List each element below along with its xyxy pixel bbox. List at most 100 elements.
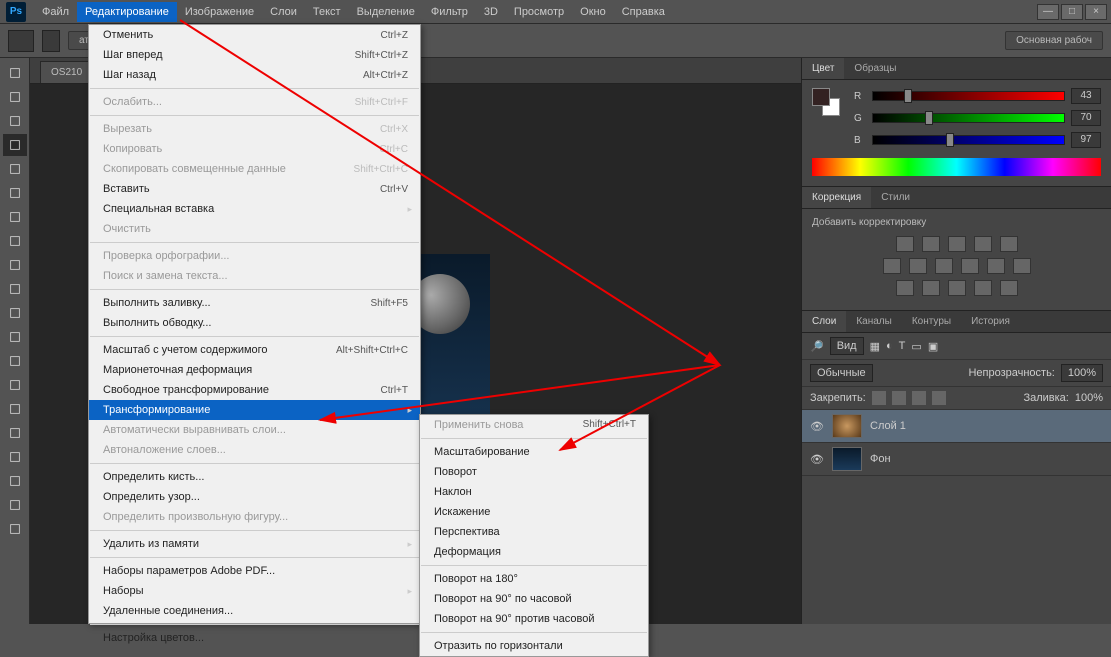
adj-threshold-icon[interactable]: [948, 280, 966, 296]
submenu-item[interactable]: Поворот на 90° по часовой: [420, 589, 648, 609]
menu-item[interactable]: Шаг назадAlt+Ctrl+Z: [89, 65, 420, 85]
layer-name[interactable]: Слой 1: [870, 420, 906, 432]
layer-thumbnail[interactable]: [832, 447, 862, 471]
tab-correction[interactable]: Коррекция: [802, 187, 871, 208]
pen-tool[interactable]: [3, 398, 27, 420]
menu-item[interactable]: Выполнить обводку...: [89, 313, 420, 333]
tool-option-swatch[interactable]: [42, 30, 60, 52]
filter-icon[interactable]: 🔎: [810, 340, 824, 353]
slider-r[interactable]: [872, 91, 1065, 101]
adj-selective-color-icon[interactable]: [1000, 280, 1018, 296]
adj-balance-icon[interactable]: [909, 258, 927, 274]
gradient-tool[interactable]: [3, 326, 27, 348]
tab-channels[interactable]: Каналы: [846, 311, 902, 332]
rectangle-tool[interactable]: [3, 470, 27, 492]
menu-item[interactable]: Удаленные соединения...: [89, 601, 420, 621]
menu-редактирование[interactable]: Редактирование: [77, 2, 177, 22]
tool-preset-swatch[interactable]: [8, 30, 34, 52]
submenu-item[interactable]: Деформация: [420, 542, 648, 562]
lasso-tool[interactable]: [3, 110, 27, 132]
document-tab[interactable]: OS210: [40, 61, 93, 83]
submenu-item[interactable]: Перспектива: [420, 522, 648, 542]
layer-name[interactable]: Фон: [870, 453, 891, 465]
tab-styles[interactable]: Стили: [871, 187, 920, 208]
menu-слои[interactable]: Слои: [262, 2, 305, 22]
adj-curves-icon[interactable]: [948, 236, 966, 252]
submenu-item[interactable]: Поворот: [420, 462, 648, 482]
adj-bw-icon[interactable]: [935, 258, 953, 274]
menu-item[interactable]: Свободное трансформированиеCtrl+T: [89, 380, 420, 400]
menu-фильтр[interactable]: Фильтр: [423, 2, 476, 22]
hand-tool[interactable]: [3, 494, 27, 516]
color-swatch-pair[interactable]: [812, 88, 840, 116]
adj-vibrance-icon[interactable]: [1000, 236, 1018, 252]
adj-hue-icon[interactable]: [883, 258, 901, 274]
menu-3d[interactable]: 3D: [476, 2, 506, 22]
dodge-tool[interactable]: [3, 374, 27, 396]
maximize-button[interactable]: □: [1061, 4, 1083, 20]
menu-item[interactable]: Масштаб с учетом содержимогоAlt+Shift+Ct…: [89, 340, 420, 360]
type-tool[interactable]: [3, 422, 27, 444]
marquee-tool[interactable]: [3, 86, 27, 108]
color-spectrum[interactable]: [812, 158, 1101, 176]
blend-mode-select[interactable]: Обычные: [810, 364, 873, 382]
submenu-item[interactable]: Наклон: [420, 482, 648, 502]
menu-item[interactable]: Марионеточная деформация: [89, 360, 420, 380]
layer-thumbnail[interactable]: [832, 414, 862, 438]
menu-item[interactable]: Наборы параметров Adobe PDF...: [89, 561, 420, 581]
filter-shape-icon[interactable]: ▭: [911, 340, 921, 353]
menu-окно[interactable]: Окно: [572, 2, 614, 22]
lock-position-icon[interactable]: [892, 391, 906, 405]
adj-exposure-icon[interactable]: [974, 236, 992, 252]
menu-текст[interactable]: Текст: [305, 2, 349, 22]
menu-item[interactable]: Определить кисть...: [89, 467, 420, 487]
menu-справка[interactable]: Справка: [614, 2, 673, 22]
tab-color[interactable]: Цвет: [802, 58, 844, 79]
eyedropper-tool[interactable]: [3, 182, 27, 204]
lock-all-icon[interactable]: [912, 391, 926, 405]
spot-heal-tool[interactable]: [3, 206, 27, 228]
menu-изображение[interactable]: Изображение: [177, 2, 262, 22]
adj-invert-icon[interactable]: [896, 280, 914, 296]
adj-levels-icon[interactable]: [922, 236, 940, 252]
layer-row[interactable]: 👁 Слой 1: [802, 410, 1111, 443]
value-b[interactable]: 97: [1071, 132, 1101, 148]
tab-paths[interactable]: Контуры: [902, 311, 961, 332]
visibility-eye-icon[interactable]: 👁: [810, 420, 824, 433]
brush-tool[interactable]: [3, 230, 27, 252]
menu-просмотр[interactable]: Просмотр: [506, 2, 572, 22]
value-g[interactable]: 70: [1071, 110, 1101, 126]
magic-wand-tool[interactable]: [3, 134, 27, 156]
menu-item[interactable]: ОтменитьCtrl+Z: [89, 25, 420, 45]
move-tool[interactable]: [3, 62, 27, 84]
layer-row[interactable]: 👁Фон: [802, 443, 1111, 476]
tab-layers[interactable]: Слои: [802, 311, 846, 332]
clone-tool[interactable]: [3, 254, 27, 276]
menu-item[interactable]: Наборы▸: [89, 581, 420, 601]
filter-type-icon[interactable]: T: [899, 340, 906, 352]
menu-item[interactable]: Специальная вставка▸: [89, 199, 420, 219]
close-button[interactable]: ×: [1085, 4, 1107, 20]
adj-posterize-icon[interactable]: [922, 280, 940, 296]
adj-lookup-icon[interactable]: [1013, 258, 1031, 274]
menu-файл[interactable]: Файл: [34, 2, 77, 22]
submenu-item[interactable]: Искажение: [420, 502, 648, 522]
fill-value[interactable]: 100%: [1075, 392, 1103, 404]
menu-item[interactable]: Настройка цветов...: [89, 628, 420, 648]
path-select-tool[interactable]: [3, 446, 27, 468]
opacity-value[interactable]: 100%: [1061, 364, 1103, 382]
adj-photo-filter-icon[interactable]: [961, 258, 979, 274]
tab-swatches[interactable]: Образцы: [844, 58, 906, 79]
history-brush-tool[interactable]: [3, 278, 27, 300]
menu-item[interactable]: Шаг впередShift+Ctrl+Z: [89, 45, 420, 65]
adj-channel-mixer-icon[interactable]: [987, 258, 1005, 274]
slider-b[interactable]: [872, 135, 1065, 145]
submenu-item[interactable]: Масштабирование: [420, 442, 648, 462]
submenu-item[interactable]: Поворот на 180°: [420, 569, 648, 589]
filter-smart-icon[interactable]: ▣: [928, 340, 938, 353]
workspace-selector[interactable]: Основная рабоч: [1005, 31, 1103, 50]
menu-item[interactable]: ВставитьCtrl+V: [89, 179, 420, 199]
eraser-tool[interactable]: [3, 302, 27, 324]
layer-kind-select[interactable]: Вид: [830, 337, 864, 355]
menu-выделение[interactable]: Выделение: [349, 2, 423, 22]
